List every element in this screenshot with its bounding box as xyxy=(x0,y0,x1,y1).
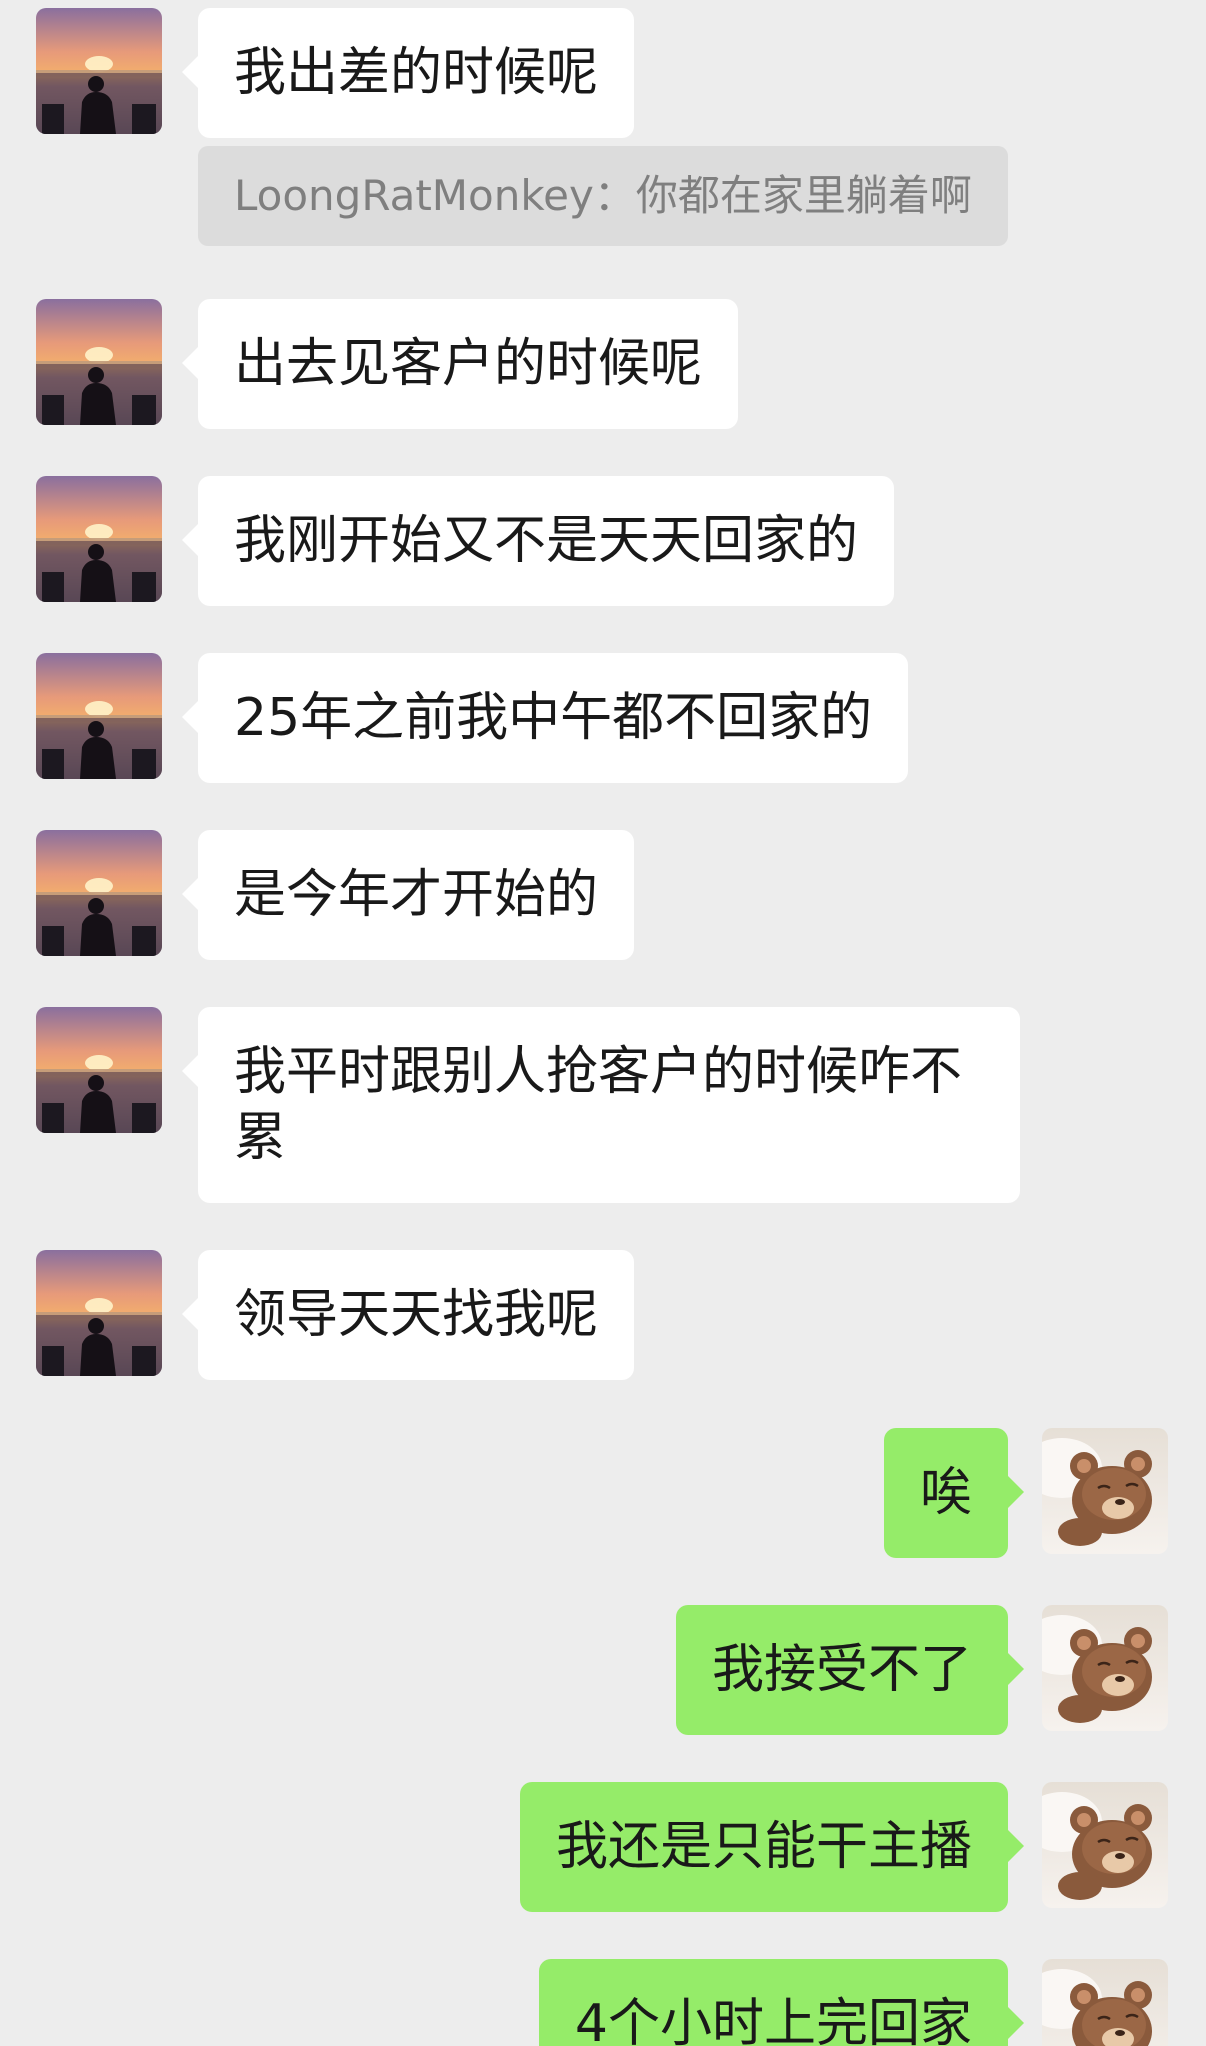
teddy-bear-avatar-icon xyxy=(1042,1959,1168,2046)
sunset-silhouette-avatar-icon xyxy=(36,8,162,134)
teddy-bear-avatar-icon xyxy=(1042,1782,1168,1908)
message-text: 领导天天找我呢 xyxy=(234,1285,599,1345)
contact-avatar[interactable] xyxy=(36,8,162,134)
message-bubble-incoming[interactable]: 是今年才开始的 xyxy=(181,830,635,960)
message-bubble-incoming[interactable]: 领导天天找我呢 xyxy=(181,1250,635,1380)
teddy-bear-avatar-icon xyxy=(1042,1605,1168,1731)
message-bubble-incoming[interactable]: 25年之前我中午都不回家的 xyxy=(181,653,909,783)
self-avatar[interactable] xyxy=(1042,1428,1168,1554)
contact-avatar[interactable] xyxy=(36,1250,162,1376)
self-avatar[interactable] xyxy=(1042,1605,1168,1731)
message-bubble-incoming[interactable]: 我平时跟别人抢客户的时候咋不累 xyxy=(182,1007,1020,1203)
message-text: 25年之前我中午都不回家的 xyxy=(234,688,873,748)
message-bubble-incoming[interactable]: 我刚开始又不是天天回家的 xyxy=(181,476,895,606)
message-text: 我接受不了 xyxy=(711,1640,972,1700)
message-text: 是今年才开始的 xyxy=(234,865,599,925)
contact-avatar[interactable] xyxy=(36,653,162,779)
message-bubble-outgoing[interactable]: 唉 xyxy=(883,1428,1025,1558)
sunset-silhouette-avatar-icon xyxy=(36,299,162,425)
sunset-silhouette-avatar-icon xyxy=(36,653,162,779)
message-bubble-incoming[interactable]: 我出差的时候呢 xyxy=(181,8,635,138)
contact-avatar[interactable] xyxy=(36,1007,162,1133)
message-bubble-outgoing[interactable]: 我还是只能干主播 xyxy=(519,1782,1025,1912)
message-text: 出去见客户的时候呢 xyxy=(234,334,703,394)
message-bubble-incoming[interactable]: 出去见客户的时候呢 xyxy=(181,299,739,429)
sunset-silhouette-avatar-icon xyxy=(36,1007,162,1133)
message-text: 我还是只能干主播 xyxy=(555,1817,972,1877)
contact-avatar[interactable] xyxy=(36,299,162,425)
sunset-silhouette-avatar-icon xyxy=(36,830,162,956)
quoted-message-text: LoongRatMonkey：你都在家里躺着啊 xyxy=(234,171,972,220)
message-bubble-outgoing[interactable]: 我接受不了 xyxy=(675,1605,1025,1735)
message-text: 我平时跟别人抢客户的时候咋不累 xyxy=(234,1042,963,1168)
contact-avatar[interactable] xyxy=(36,830,162,956)
chat-message-list[interactable]: 我出差的时候呢 LoongRatMonkey：你都在家里躺着啊 出去见客户的时候… xyxy=(0,0,1206,2046)
sunset-silhouette-avatar-icon xyxy=(36,1250,162,1376)
message-text: 唉 xyxy=(919,1463,972,1523)
message-text: 我出差的时候呢 xyxy=(234,43,599,103)
sunset-silhouette-avatar-icon xyxy=(36,476,162,602)
message-text: 4个小时上完回家 xyxy=(574,1994,972,2046)
teddy-bear-avatar-icon xyxy=(1042,1428,1168,1554)
self-avatar[interactable] xyxy=(1042,1782,1168,1908)
self-avatar[interactable] xyxy=(1042,1959,1168,2046)
message-bubble-outgoing[interactable]: 4个小时上完回家 xyxy=(538,1959,1025,2046)
message-text: 我刚开始又不是天天回家的 xyxy=(234,511,859,571)
contact-avatar[interactable] xyxy=(36,476,162,602)
quoted-message[interactable]: LoongRatMonkey：你都在家里躺着啊 xyxy=(198,146,1008,246)
